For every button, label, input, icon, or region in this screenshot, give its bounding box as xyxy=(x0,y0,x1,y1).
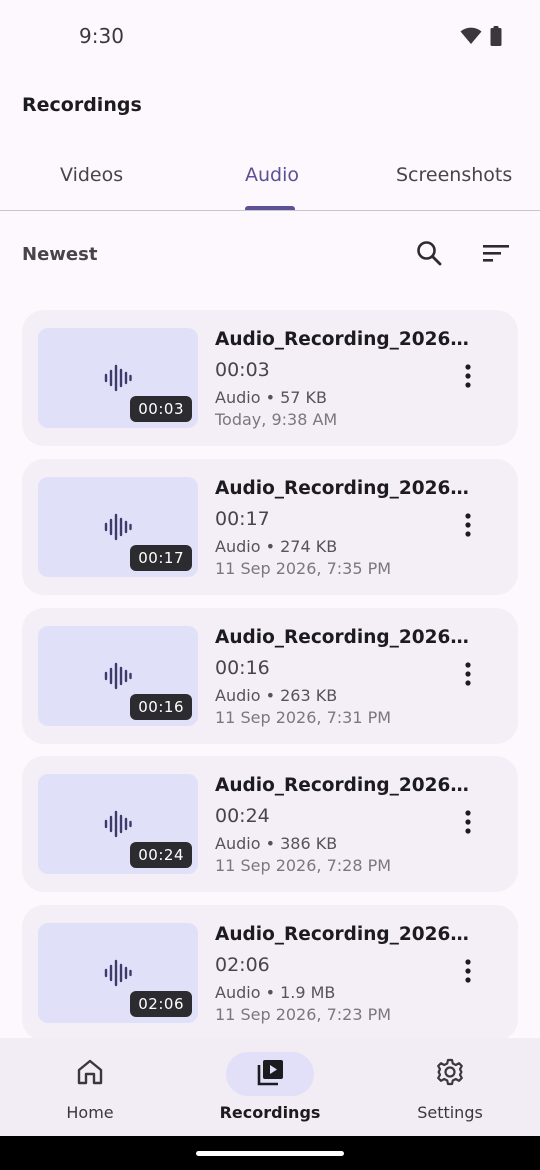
more-vert-icon xyxy=(465,958,471,988)
waveform-icon xyxy=(104,662,132,695)
recording-card[interactable]: 00:24 Audio_Recording_2026… 00:24 Audio … xyxy=(22,756,518,892)
recording-thumbnail[interactable]: 02:06 xyxy=(38,923,198,1023)
bottom-navigation: Home Recordings Settings xyxy=(0,1038,540,1136)
tab-indicator xyxy=(245,206,295,210)
recording-card[interactable]: 02:06 Audio_Recording_2026… 02:06 Audio … xyxy=(22,905,518,1041)
recordings-icon xyxy=(255,1058,285,1091)
nav-home-icon-wrap xyxy=(46,1052,134,1096)
waveform-icon xyxy=(104,364,132,397)
status-bar: 9:30 xyxy=(0,0,540,72)
home-icon xyxy=(76,1059,104,1090)
recording-title: Audio_Recording_2026… xyxy=(215,627,469,648)
recording-title: Audio_Recording_2026… xyxy=(215,478,469,499)
recording-card[interactable]: 00:16 Audio_Recording_2026… 00:16 Audio … xyxy=(22,608,518,744)
waveform-icon xyxy=(104,513,132,546)
more-vert-icon xyxy=(465,661,471,691)
nav-settings-label: Settings xyxy=(417,1103,483,1122)
recording-meta: Audio • 386 KB xyxy=(215,834,338,853)
gesture-handle[interactable] xyxy=(196,1151,344,1156)
sort-icon xyxy=(483,243,509,268)
more-options-button[interactable] xyxy=(452,507,484,547)
nav-settings-icon-wrap xyxy=(406,1052,494,1096)
nav-recordings-label: Recordings xyxy=(219,1103,321,1122)
recording-date: 11 Sep 2026, 7:28 PM xyxy=(215,856,392,875)
more-options-button[interactable] xyxy=(452,953,484,993)
recording-duration: 00:17 xyxy=(215,508,270,530)
system-gesture-bar xyxy=(0,1136,540,1170)
nav-settings[interactable]: Settings xyxy=(360,1038,540,1136)
recording-title: Audio_Recording_2026… xyxy=(215,775,469,796)
recording-date: Today, 9:38 AM xyxy=(215,410,338,429)
more-options-button[interactable] xyxy=(452,358,484,398)
page-title: Recordings xyxy=(22,94,142,116)
status-icons xyxy=(460,26,502,51)
tab-bar: Videos Audio Screenshots xyxy=(0,144,540,211)
sort-button[interactable] xyxy=(476,235,516,275)
sort-row: Newest xyxy=(0,230,540,282)
more-vert-icon xyxy=(465,363,471,393)
recording-meta: Audio • 1.9 MB xyxy=(215,983,336,1002)
recording-thumbnail[interactable]: 00:16 xyxy=(38,626,198,726)
recording-thumbnail[interactable]: 00:17 xyxy=(38,477,198,577)
recording-date: 11 Sep 2026, 7:23 PM xyxy=(215,1005,392,1024)
recording-meta: Audio • 274 KB xyxy=(215,537,338,556)
more-options-button[interactable] xyxy=(452,656,484,696)
recording-card[interactable]: 00:17 Audio_Recording_2026… 00:17 Audio … xyxy=(22,459,518,595)
search-button[interactable] xyxy=(409,235,449,275)
recording-duration: 00:24 xyxy=(215,805,270,827)
gear-icon xyxy=(436,1058,464,1091)
sort-label[interactable]: Newest xyxy=(22,244,97,265)
recording-meta: Audio • 57 KB xyxy=(215,388,327,407)
recording-duration: 02:06 xyxy=(215,954,270,976)
more-vert-icon xyxy=(465,512,471,542)
recording-title: Audio_Recording_2026… xyxy=(215,924,469,945)
duration-badge: 00:16 xyxy=(130,694,192,720)
tab-audio[interactable]: Audio xyxy=(245,164,299,186)
nav-recordings-icon-wrap xyxy=(226,1052,314,1096)
duration-badge: 00:17 xyxy=(130,545,192,571)
duration-badge: 00:03 xyxy=(130,396,192,422)
nav-home-label: Home xyxy=(66,1103,114,1122)
nav-recordings[interactable]: Recordings xyxy=(180,1038,360,1136)
wifi-icon xyxy=(460,27,482,50)
nav-home[interactable]: Home xyxy=(0,1038,180,1136)
waveform-icon xyxy=(104,959,132,992)
more-vert-icon xyxy=(465,809,471,839)
recording-card[interactable]: 00:03 Audio_Recording_2026… 00:03 Audio … xyxy=(22,310,518,446)
recording-duration: 00:16 xyxy=(215,657,270,679)
status-time: 9:30 xyxy=(79,24,124,48)
recording-date: 11 Sep 2026, 7:35 PM xyxy=(215,559,392,578)
recording-title: Audio_Recording_2026… xyxy=(215,329,469,350)
waveform-icon xyxy=(104,810,132,843)
recording-thumbnail[interactable]: 00:24 xyxy=(38,774,198,874)
recording-thumbnail[interactable]: 00:03 xyxy=(38,328,198,428)
duration-badge: 02:06 xyxy=(130,991,192,1017)
search-icon xyxy=(416,240,442,271)
recording-duration: 00:03 xyxy=(215,359,270,381)
recording-meta: Audio • 263 KB xyxy=(215,686,338,705)
duration-badge: 00:24 xyxy=(130,842,192,868)
recording-date: 11 Sep 2026, 7:31 PM xyxy=(215,708,392,727)
battery-icon xyxy=(490,26,502,51)
more-options-button[interactable] xyxy=(452,804,484,844)
tab-screenshots[interactable]: Screenshots xyxy=(396,164,512,186)
tab-videos[interactable]: Videos xyxy=(60,164,123,186)
